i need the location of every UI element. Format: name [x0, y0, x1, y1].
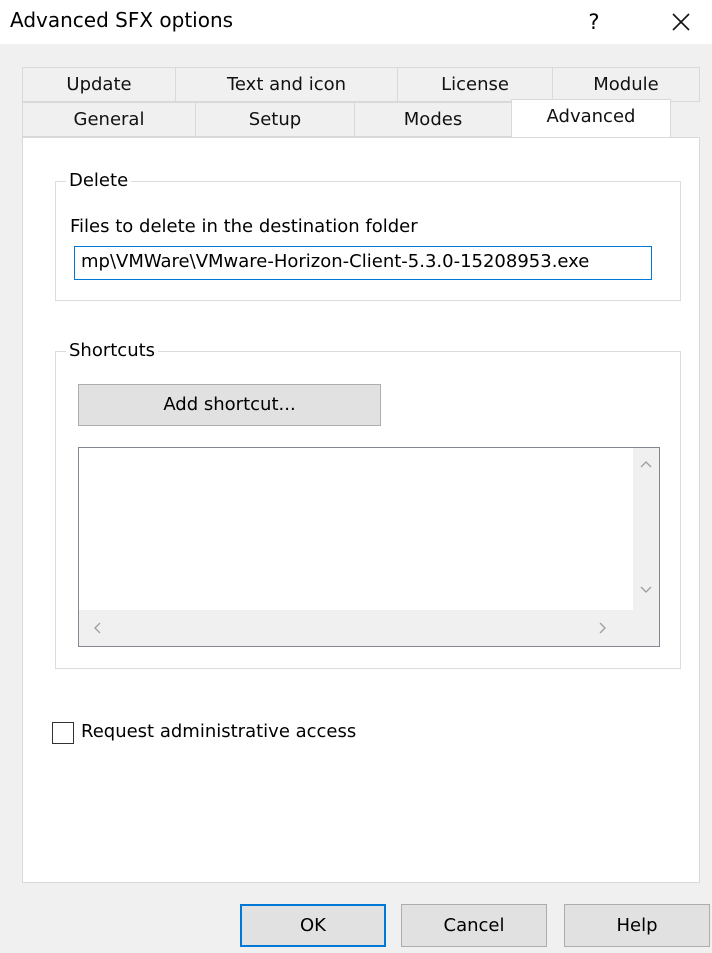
delete-groupbox: Delete Files to delete in the destinatio… — [55, 170, 681, 301]
tab-general[interactable]: General — [22, 102, 196, 137]
tab-license[interactable]: License — [397, 67, 553, 102]
help-icon[interactable]: ? — [574, 2, 614, 42]
shortcuts-legend: Shortcuts — [66, 340, 159, 362]
files-to-delete-input[interactable]: mp\VMWare\VMware-Horizon-Client-5.3.0-15… — [74, 246, 652, 280]
tab-advanced[interactable]: Advanced — [511, 99, 671, 137]
scroll-down-icon[interactable] — [636, 580, 656, 600]
window-title: Advanced SFX options — [10, 8, 234, 32]
help-button[interactable]: Help — [564, 904, 710, 947]
close-icon[interactable] — [660, 2, 700, 42]
delete-legend: Delete — [66, 170, 132, 192]
tab-update[interactable]: Update — [22, 67, 176, 102]
tab-module[interactable]: Module — [552, 67, 700, 102]
request-admin-checkbox[interactable] — [52, 722, 74, 744]
advanced-sfx-options-dialog: Advanced SFX options ? Update Text and i… — [0, 0, 712, 953]
shortcuts-groupbox: Shortcuts Add shortcut... — [55, 340, 681, 669]
ok-button[interactable]: OK — [240, 904, 386, 947]
horizontal-scrollbar[interactable] — [79, 610, 633, 646]
tab-setup[interactable]: Setup — [195, 102, 355, 137]
tab-text-and-icon[interactable]: Text and icon — [175, 67, 398, 102]
scrollbar-corner — [633, 610, 659, 646]
cancel-button[interactable]: Cancel — [401, 904, 547, 947]
vertical-scrollbar[interactable] — [633, 448, 659, 610]
request-admin-label[interactable]: Request administrative access — [81, 721, 356, 743]
title-bar: Advanced SFX options ? — [0, 0, 712, 44]
shortcuts-listbox[interactable] — [78, 447, 660, 647]
scroll-right-icon[interactable] — [593, 618, 613, 638]
add-shortcut-button[interactable]: Add shortcut... — [78, 384, 381, 426]
scroll-left-icon[interactable] — [87, 618, 107, 638]
files-to-delete-label: Files to delete in the destination folde… — [70, 216, 418, 237]
tab-modes[interactable]: Modes — [354, 102, 512, 137]
scroll-up-icon[interactable] — [636, 454, 656, 474]
advanced-tab-panel: Delete Files to delete in the destinatio… — [22, 137, 700, 883]
